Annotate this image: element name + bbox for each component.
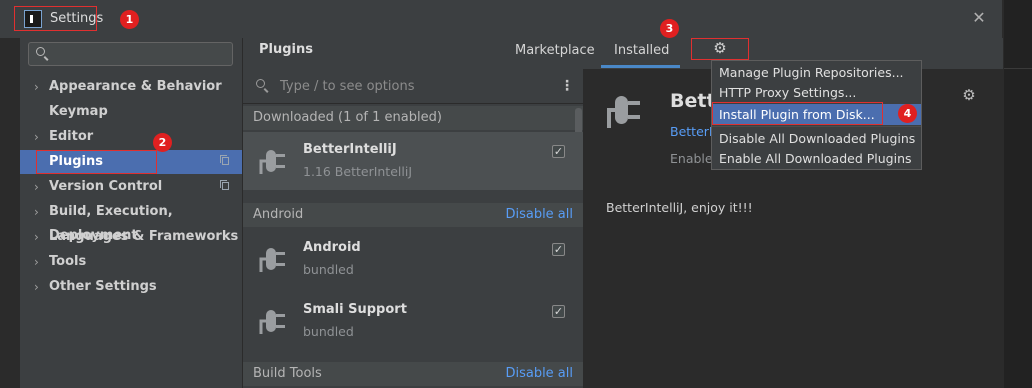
plugin-name: Smali Support — [303, 302, 407, 317]
plugin-plug-icon — [259, 150, 285, 174]
annotation-badge: 1 — [120, 10, 139, 29]
sidebar-item-appearance-behavior[interactable]: › Appearance & Behavior — [20, 75, 242, 99]
active-tab-indicator — [601, 65, 680, 68]
menu-divider — [712, 126, 921, 127]
menu-item-disable-all[interactable]: Disable All Downloaded Plugins — [712, 128, 921, 149]
chevron-right-icon: › — [34, 255, 39, 269]
menu-item-manage-repositories[interactable]: Manage Plugin Repositories... — [712, 62, 921, 83]
project-settings-icon — [220, 155, 229, 165]
plugin-settings-button[interactable]: ⚙ — [691, 38, 749, 60]
sidebar-item-version-control[interactable]: › Version Control — [20, 175, 242, 199]
chevron-right-icon: › — [34, 280, 39, 294]
menu-item-http-proxy[interactable]: HTTP Proxy Settings... — [712, 82, 921, 103]
menu-item-enable-all[interactable]: Enable All Downloaded Plugins — [712, 148, 921, 169]
plugin-row-betterintellij[interactable]: BetterIntelliJ 1.16 BetterIntelliJ ✓ — [243, 132, 583, 190]
plugin-search-input[interactable]: Type / to see options — [280, 79, 414, 94]
detail-description: BetterIntelliJ, enjoy it!!! — [606, 200, 753, 215]
section-title: Downloaded (1 of 1 enabled) — [253, 110, 442, 125]
sidebar-item-tools[interactable]: › Tools — [20, 250, 242, 274]
sidebar-item-build-execution-deployment[interactable]: › Build, Execution, Deployment — [20, 200, 242, 243]
gear-icon[interactable]: ⚙ — [960, 86, 978, 104]
tab-marketplace[interactable]: Marketplace — [515, 43, 595, 58]
tab-installed[interactable]: Installed — [614, 43, 669, 58]
annotation-highlight — [36, 150, 157, 174]
menu-item-label: Manage Plugin Repositories... — [719, 65, 904, 80]
plugin-meta: bundled — [303, 324, 354, 339]
sidebar-item-label: Editor — [49, 129, 94, 144]
sidebar-item-keymap[interactable]: Keymap — [20, 100, 242, 124]
plugin-row-smali-support[interactable]: Smali Support bundled ✓ — [243, 292, 583, 350]
annotation-badge: 3 — [660, 19, 679, 38]
plugin-name: Android — [303, 240, 361, 255]
plugin-enabled-checkbox[interactable]: ✓ — [552, 305, 565, 318]
gear-icon: ⚙ — [713, 39, 727, 57]
section-android: Android Disable all — [243, 203, 583, 227]
plugin-enabled-checkbox[interactable]: ✓ — [552, 243, 565, 256]
sidebar-item-label: Other Settings — [49, 279, 157, 294]
background-window-edge — [1004, 0, 1032, 388]
menu-item-label: Disable All Downloaded Plugins — [719, 131, 916, 146]
sidebar-item-label: Appearance & Behavior — [49, 79, 222, 94]
project-settings-icon — [220, 180, 229, 190]
sidebar-item-label: Version Control — [49, 179, 163, 194]
plugin-plug-icon — [607, 96, 640, 128]
section-build-tools: Build Tools Disable all — [243, 362, 583, 386]
plugin-meta: 1.16 BetterIntelliJ — [303, 164, 413, 179]
menu-item-label: HTTP Proxy Settings... — [719, 85, 857, 100]
plugin-plug-icon — [259, 310, 285, 334]
search-icon — [36, 47, 45, 56]
sidebar-item-label: Tools — [49, 254, 87, 269]
sidebar-item-label: Keymap — [49, 104, 108, 119]
disable-all-link[interactable]: Disable all — [505, 203, 573, 227]
annotation-badge: 2 — [153, 133, 172, 152]
chevron-right-icon: › — [34, 80, 39, 94]
section-downloaded: Downloaded (1 of 1 enabled) — [243, 106, 583, 130]
sidebar-item-other-settings[interactable]: › Other Settings — [20, 275, 242, 299]
chevron-right-icon: › — [34, 180, 39, 194]
plugin-row-android[interactable]: Android bundled ✓ — [243, 230, 583, 288]
chevron-right-icon: › — [34, 205, 39, 219]
settings-search-input[interactable] — [28, 42, 233, 66]
sidebar-item-languages-frameworks[interactable]: › Languages & Frameworks — [20, 225, 242, 249]
sidebar-item-label: Languages & Frameworks — [49, 229, 239, 244]
annotation-highlight — [14, 6, 97, 31]
search-icon — [256, 79, 265, 88]
page-title: Plugins — [259, 42, 313, 57]
section-title: Build Tools — [253, 366, 322, 381]
divider — [243, 103, 583, 104]
title-bar — [0, 0, 1003, 38]
plugin-enabled-checkbox[interactable]: ✓ — [552, 145, 565, 158]
menu-item-label: Enable All Downloaded Plugins — [719, 151, 912, 166]
chevron-right-icon: › — [34, 130, 39, 144]
plugin-meta: bundled — [303, 262, 354, 277]
annotation-highlight — [712, 102, 883, 125]
close-icon[interactable]: ✕ — [970, 9, 988, 27]
chevron-right-icon: › — [34, 230, 39, 244]
section-title: Android — [253, 207, 304, 222]
disable-all-link[interactable]: Disable all — [505, 362, 573, 386]
detail-status: Enable — [670, 151, 713, 166]
plugin-plug-icon — [259, 248, 285, 272]
annotation-badge: 4 — [898, 104, 917, 123]
sidebar-item-editor[interactable]: › Editor — [20, 125, 242, 149]
plugin-name: BetterIntelliJ — [303, 142, 397, 157]
more-options-icon[interactable]: ⋮ — [560, 79, 574, 93]
